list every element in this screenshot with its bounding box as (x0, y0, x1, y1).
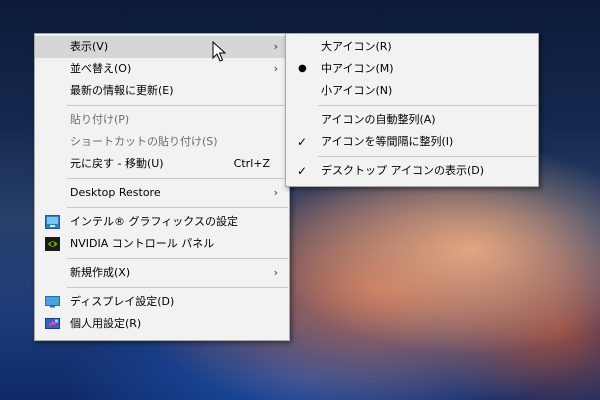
submenu-item-auto-arrange[interactable]: アイコンの自動整列(A) (286, 109, 538, 131)
submenu-item-large-icons[interactable]: 大アイコン(R) (286, 36, 538, 58)
menu-item-label: Desktop Restore (70, 186, 161, 199)
menu-separator (67, 207, 288, 208)
menu-item-sort-by[interactable]: 並べ替え(O) › (35, 58, 289, 80)
menu-item-undo-move[interactable]: 元に戻す - 移動(U) Ctrl+Z (35, 153, 289, 175)
menu-item-label: 元に戻す - 移動(U) (70, 157, 164, 170)
bullet-icon: ● (298, 63, 307, 74)
checkmark-icon: ✓ (297, 164, 308, 178)
menu-item-new[interactable]: 新規作成(X) › (35, 262, 289, 284)
view-submenu: 大アイコン(R) ● 中アイコン(M) 小アイコン(N) アイコンの自動整列(A… (285, 33, 539, 187)
desktop-context-menu: 表示(V) › 並べ替え(O) › 最新の情報に更新(E) 貼り付け(P) ショ… (34, 33, 290, 341)
submenu-item-small-icons[interactable]: 小アイコン(N) (286, 80, 538, 102)
menu-item-nvidia-control-panel[interactable]: NVIDIA コントロール パネル (35, 233, 289, 255)
menu-separator (318, 105, 537, 106)
menu-item-display-settings[interactable]: ディスプレイ設定(D) (35, 291, 289, 313)
menu-separator (67, 258, 288, 259)
menu-separator (67, 105, 288, 106)
menu-item-personalize[interactable]: 個人用設定(R) (35, 313, 289, 335)
menu-item-label: デスクトップ アイコンの表示(D) (321, 164, 484, 177)
menu-item-label: 貼り付け(P) (70, 113, 130, 126)
menu-item-label: 大アイコン(R) (321, 40, 392, 53)
personalize-icon (45, 318, 60, 329)
menu-item-label: 個人用設定(R) (70, 317, 142, 330)
menu-separator (318, 156, 537, 157)
menu-item-label: ショートカットの貼り付け(S) (70, 135, 218, 148)
menu-item-label: アイコンを等間隔に整列(I) (321, 135, 454, 148)
submenu-arrow-icon: › (273, 186, 278, 199)
submenu-arrow-icon: › (273, 266, 278, 279)
checkmark-icon: ✓ (297, 135, 308, 149)
menu-item-label: アイコンの自動整列(A) (321, 113, 436, 126)
submenu-item-medium-icons[interactable]: ● 中アイコン(M) (286, 58, 538, 80)
menu-item-label: 小アイコン(N) (321, 84, 393, 97)
menu-item-label: 最新の情報に更新(E) (70, 84, 174, 97)
menu-item-label: インテル® グラフィックスの設定 (70, 215, 238, 228)
submenu-item-align-to-grid[interactable]: ✓ アイコンを等間隔に整列(I) (286, 131, 538, 153)
nvidia-icon (45, 237, 60, 251)
submenu-arrow-icon: › (273, 40, 278, 53)
mouse-pointer-icon (212, 41, 227, 62)
intel-graphics-icon (45, 215, 60, 229)
menu-item-label: ディスプレイ設定(D) (70, 295, 175, 308)
menu-item-intel-graphics-settings[interactable]: インテル® グラフィックスの設定 (35, 211, 289, 233)
menu-item-refresh[interactable]: 最新の情報に更新(E) (35, 80, 289, 102)
menu-separator (67, 178, 288, 179)
menu-item-label: 新規作成(X) (70, 266, 131, 279)
menu-item-label: 中アイコン(M) (321, 62, 394, 75)
menu-item-label: NVIDIA コントロール パネル (70, 237, 215, 250)
menu-item-paste: 貼り付け(P) (35, 109, 289, 131)
display-icon (45, 296, 60, 308)
menu-item-label: 表示(V) (70, 40, 109, 53)
menu-item-desktop-restore[interactable]: Desktop Restore › (35, 182, 289, 204)
menu-item-label: 並べ替え(O) (70, 62, 132, 75)
submenu-arrow-icon: › (273, 62, 278, 75)
menu-separator (67, 287, 288, 288)
menu-item-shortcut: Ctrl+Z (233, 157, 270, 170)
menu-item-paste-shortcut: ショートカットの貼り付け(S) (35, 131, 289, 153)
menu-item-view[interactable]: 表示(V) › (35, 36, 289, 58)
submenu-item-show-desktop-icons[interactable]: ✓ デスクトップ アイコンの表示(D) (286, 160, 538, 182)
